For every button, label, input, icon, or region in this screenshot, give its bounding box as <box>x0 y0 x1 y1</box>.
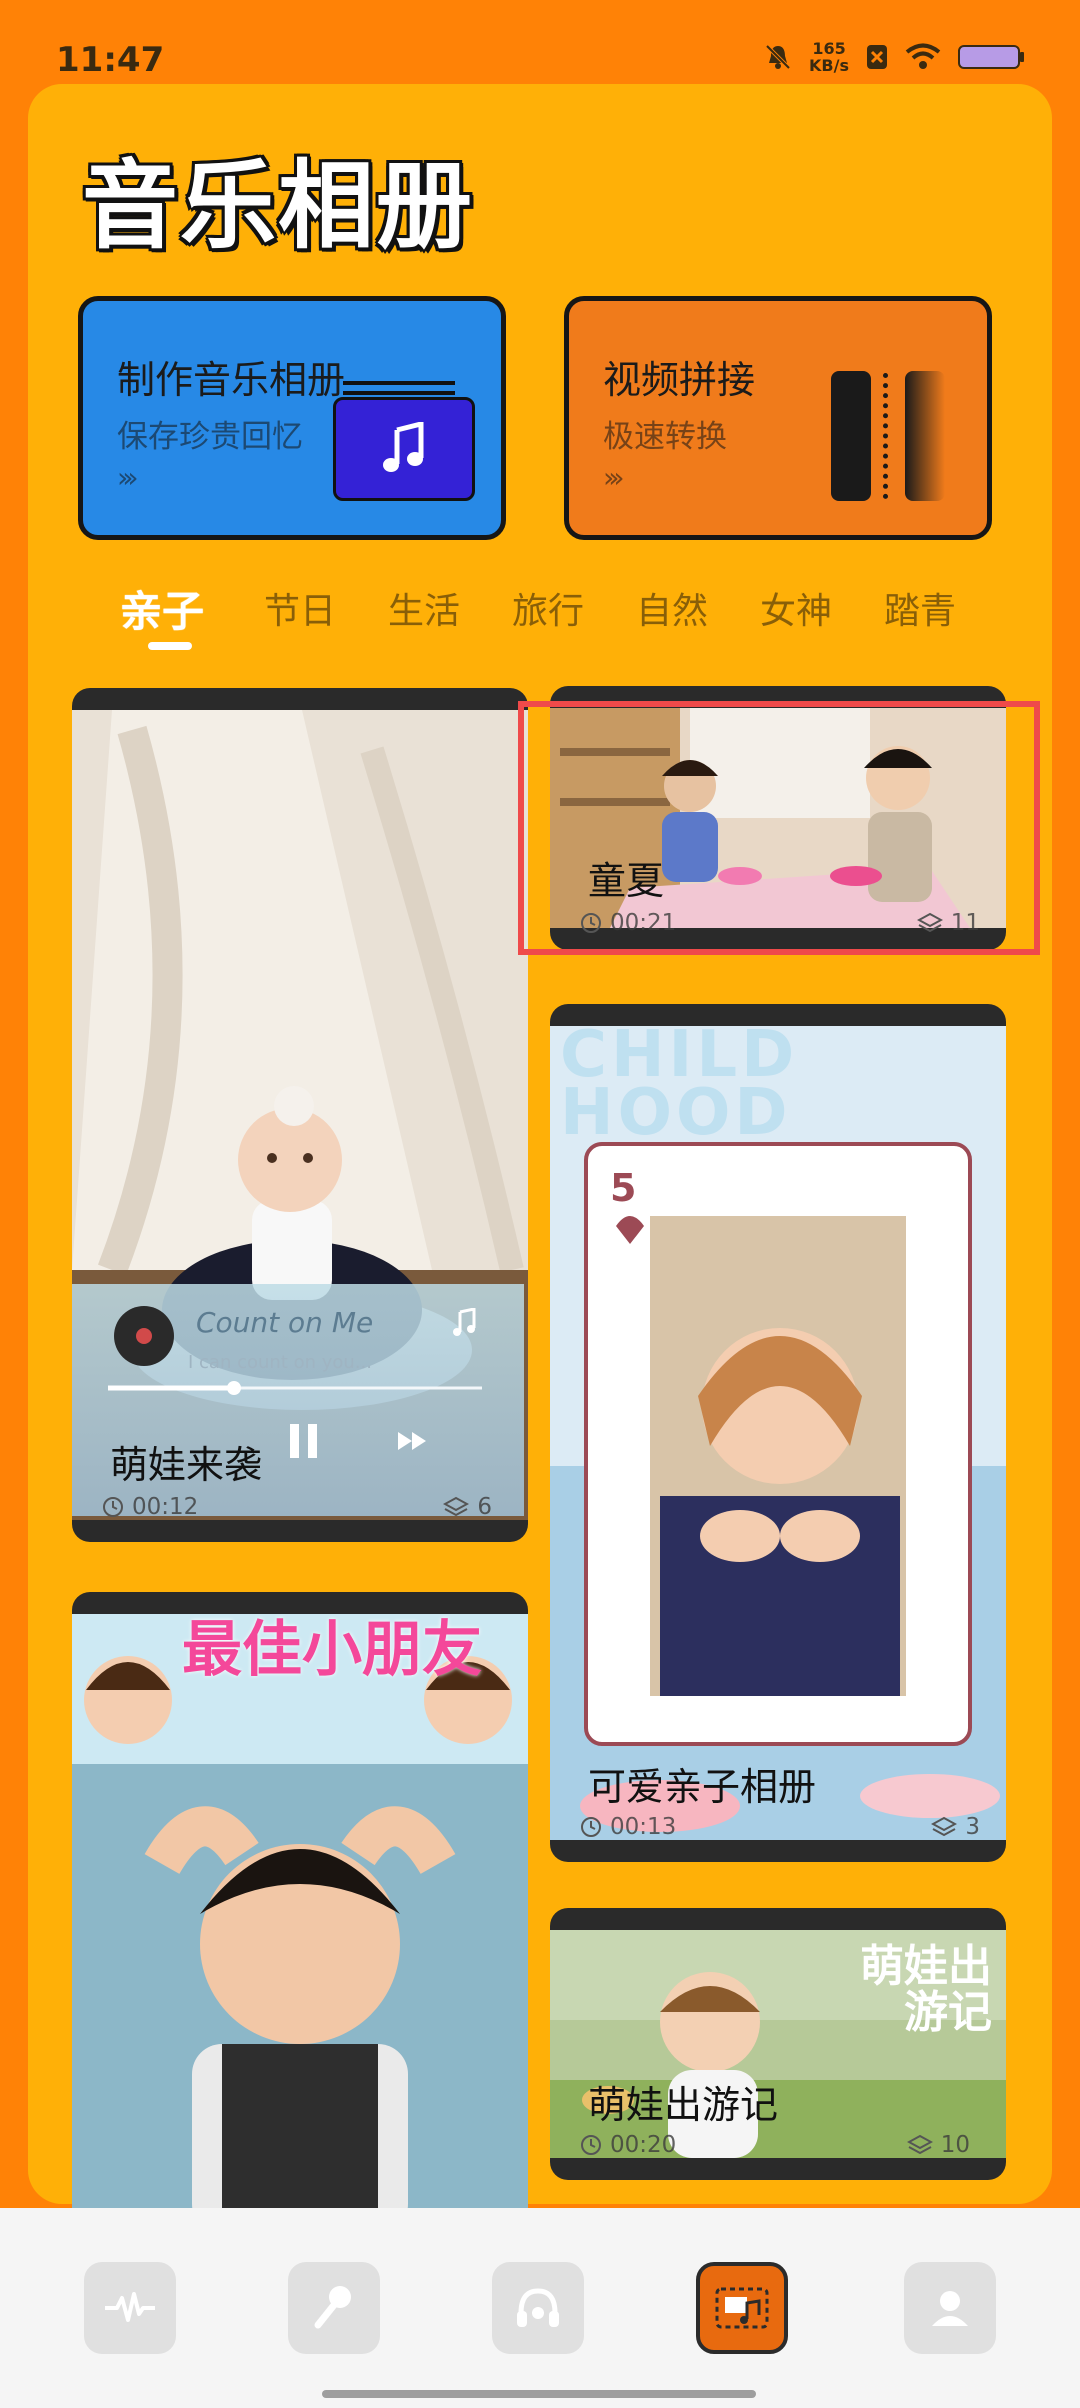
tab-travel[interactable]: 旅行 <box>512 582 584 634</box>
status-bar: 11:47 165 KB/s <box>0 0 1080 90</box>
nav-profile[interactable] <box>904 2262 996 2354</box>
status-icons: 165 KB/s <box>763 40 1025 74</box>
network-speed: 165 KB/s <box>809 40 849 74</box>
clock-icon <box>581 1817 601 1837</box>
feature-title: 视频拼接 <box>603 358 756 402</box>
feature-subtitle: 保存珍贵回忆 <box>117 419 303 455</box>
template-duration: 00:20 <box>580 2132 676 2158</box>
clock-icon <box>103 1497 123 1517</box>
clock-icon <box>581 2135 601 2155</box>
template-card-cute-family-album[interactable]: CHILD HOOD 5 可爱亲子相册 00:13 3 <box>550 1004 1006 1862</box>
song-subtitle: I can count on you... <box>188 1352 372 1373</box>
template-photo-count: 6 <box>443 1494 492 1520</box>
template-card-best-kid[interactable]: 最佳小朋友 <box>72 1592 528 2232</box>
video-splice-card[interactable]: 视频拼接 极速转换 ››› <box>564 296 992 540</box>
video-splice-icon <box>831 371 871 501</box>
active-tab-indicator <box>148 642 192 650</box>
layers-icon <box>931 1816 958 1837</box>
tab-festival[interactable]: 节日 <box>264 582 336 634</box>
feature-title: 制作音乐相册 <box>117 358 346 402</box>
tab-parent-child[interactable]: 亲子 <box>120 578 204 639</box>
status-time: 11:47 <box>56 40 165 80</box>
duration-text: 00:12 <box>132 1494 199 1520</box>
make-music-album-card[interactable]: 制作音乐相册 保存珍贵回忆 ››› <box>78 296 506 540</box>
trip-banner: 萌娃出游记 <box>860 1941 992 2038</box>
mute-bell-icon <box>765 44 791 70</box>
template-title: 可爱亲子相册 <box>588 1765 817 1809</box>
template-title: 萌娃出游记 <box>588 2083 779 2127</box>
layers-icon <box>906 2134 933 2155</box>
best-kid-banner: 最佳小朋友 <box>182 1615 482 1685</box>
template-duration: 00:13 <box>580 1814 676 1840</box>
nav-headphones[interactable] <box>492 2262 584 2354</box>
wifi-icon <box>905 43 941 69</box>
nav-waveform[interactable] <box>84 2262 176 2354</box>
nav-microphone[interactable] <box>288 2262 380 2354</box>
category-tabs: 亲子 节日 生活 旅行 自然 女神 踏青 <box>120 582 980 652</box>
duration-text: 00:13 <box>610 1814 677 1840</box>
template-card-cute-baby[interactable]: Count on Me I can count on you... 萌娃来袭 0… <box>72 688 528 1542</box>
tab-nature[interactable]: 自然 <box>636 582 708 634</box>
speed-value: 165 <box>812 39 846 58</box>
splice-dotted-line <box>883 373 888 499</box>
battery-icon <box>958 45 1024 69</box>
home-indicator[interactable] <box>322 2390 756 2398</box>
tab-spring-outing[interactable]: 踏青 <box>884 582 956 634</box>
feature-arrows: ››› <box>603 461 624 494</box>
profile-icon <box>932 2291 968 2326</box>
selection-highlight <box>518 701 1040 955</box>
card-rank: 5 <box>610 1166 637 1210</box>
template-title: 萌娃来袭 <box>110 1443 263 1487</box>
feature-subtitle: 极速转换 <box>603 419 727 455</box>
song-title: Count on Me <box>196 1306 374 1339</box>
best-kid-illustration <box>72 1614 528 2232</box>
count-text: 10 <box>940 2132 970 2158</box>
music-note-small-icon <box>453 1308 476 1336</box>
template-photo-count: 3 <box>931 1814 980 1840</box>
bottom-navigation <box>0 2208 1080 2408</box>
microphone-icon <box>314 2286 351 2329</box>
tab-goddess[interactable]: 女神 <box>760 582 832 634</box>
count-text: 3 <box>965 1814 980 1840</box>
layers-icon <box>443 1496 470 1517</box>
tab-life[interactable]: 生活 <box>388 582 460 634</box>
duration-text: 00:20 <box>610 2132 677 2158</box>
feature-arrows: ››› <box>117 461 138 494</box>
page-title: 音乐相册 <box>82 150 474 262</box>
waveform-icon <box>105 2292 155 2322</box>
childhood-banner: CHILD HOOD <box>560 1026 799 1150</box>
template-card-baby-trip[interactable]: 萌娃出游记 萌娃出游记 00:20 10 <box>550 1908 1006 2180</box>
template-photo-count: 10 <box>906 2132 970 2158</box>
template-preview-image: 最佳小朋友 <box>72 1614 528 2232</box>
template-duration: 00:12 <box>102 1494 198 1520</box>
music-album-icon <box>715 2287 769 2329</box>
count-text: 6 <box>477 1494 492 1520</box>
headphones-icon <box>517 2288 559 2327</box>
speed-unit: KB/s <box>809 56 849 75</box>
splice-right-clip <box>905 371 945 501</box>
template-preview-image: CHILD HOOD 5 <box>550 1026 1006 1840</box>
music-note-icon <box>333 397 475 501</box>
nav-music-album[interactable] <box>696 2262 788 2354</box>
sim-off-icon <box>867 45 887 69</box>
